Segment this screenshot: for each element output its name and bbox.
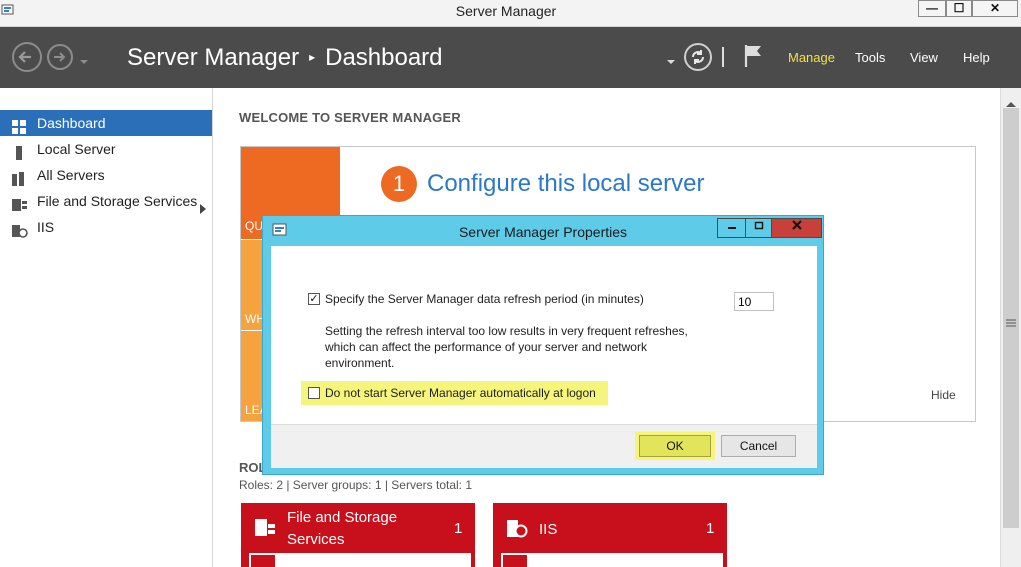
role-tile-name: File and Storage xyxy=(287,509,398,526)
refresh-period-input[interactable] xyxy=(734,292,774,311)
role-tile-count: 1 xyxy=(454,520,463,537)
iis-icon xyxy=(506,518,528,545)
sidebar-item-label: All Servers xyxy=(37,167,105,183)
dialog-close-button[interactable] xyxy=(771,218,822,238)
breadcrumb-app[interactable]: Server Manager xyxy=(127,44,299,71)
refresh-note-line2: which can affect the performance of your… xyxy=(325,340,647,354)
cancel-button[interactable]: Cancel xyxy=(721,435,796,457)
refresh-button[interactable] xyxy=(684,43,712,71)
iis-icon xyxy=(12,220,28,238)
server-icon xyxy=(12,142,26,160)
hide-link[interactable]: Hide xyxy=(931,388,956,402)
sidebar-item-all-servers[interactable]: All Servers xyxy=(0,162,212,188)
roles-summary: Roles: 2 | Server groups: 1 | Servers to… xyxy=(239,478,473,492)
autostart-label[interactable]: Do not start Server Manager automaticall… xyxy=(325,386,596,400)
forward-button[interactable] xyxy=(47,44,73,70)
sidebar-item-label: IIS xyxy=(37,219,55,235)
minimize-button[interactable]: — xyxy=(918,0,946,17)
window-title-bar: Server Manager — ☐ ✕ xyxy=(0,0,1021,27)
sidebar-item-local-server[interactable]: Local Server xyxy=(0,136,212,162)
header-bar: Server Manager ▸ Dashboard Manage Tools Vi… xyxy=(0,27,1021,88)
menu-manage[interactable]: Manage xyxy=(788,50,835,65)
refresh-icon xyxy=(692,50,704,64)
dashboard-icon xyxy=(12,116,26,134)
role-tile-iis[interactable]: IIS 1 xyxy=(493,503,727,567)
autostart-checkbox[interactable] xyxy=(308,387,320,399)
window-title: Server Manager xyxy=(455,3,557,19)
close-button[interactable]: ✕ xyxy=(972,0,1018,17)
refresh-period-label[interactable]: Specify the Server Manager data refresh … xyxy=(325,292,644,306)
storage-icon xyxy=(254,516,276,543)
sidebar-item-dashboard[interactable]: Dashboard xyxy=(0,110,212,136)
vertical-scrollbar[interactable] xyxy=(1000,88,1021,567)
role-tile-status-badge xyxy=(503,555,527,567)
maximize-icon xyxy=(754,221,763,230)
sidebar-item-label: Dashboard xyxy=(37,115,106,131)
breadcrumb: Server Manager ▸ Dashboard xyxy=(127,44,443,72)
menu-help[interactable]: Help xyxy=(963,50,990,65)
storage-icon xyxy=(12,194,27,211)
dialog-maximize-button[interactable] xyxy=(745,218,772,238)
step-number-badge: 1 xyxy=(381,166,417,202)
scroll-grip-icon xyxy=(1006,314,1016,332)
role-tile-name-line2: Services xyxy=(287,531,345,548)
role-tile-count: 1 xyxy=(706,520,715,537)
refresh-note-line1: Setting the refresh interval too low res… xyxy=(325,324,688,338)
breadcrumb-separator: ▸ xyxy=(309,50,316,64)
sidebar-item-file-storage[interactable]: File and Storage Services xyxy=(0,188,212,214)
breadcrumb-page: Dashboard xyxy=(325,44,443,71)
close-icon xyxy=(791,220,802,230)
role-tile-status-badge xyxy=(251,555,275,567)
minimize-icon xyxy=(727,227,736,229)
menu-tools[interactable]: Tools xyxy=(855,50,885,65)
menu-view[interactable]: View xyxy=(910,50,938,65)
configure-local-server-link[interactable]: Configure this local server xyxy=(427,170,704,198)
dialog-minimize-button[interactable] xyxy=(717,218,746,238)
back-button[interactable] xyxy=(12,42,42,72)
notifications-dropdown-icon[interactable] xyxy=(666,53,676,71)
refresh-note-line3: environment. xyxy=(325,356,395,370)
sidebar-item-label: Local Server xyxy=(37,141,116,157)
header-divider xyxy=(722,47,724,67)
maximize-button[interactable]: ☐ xyxy=(946,0,972,17)
welcome-heading: WELCOME TO SERVER MANAGER xyxy=(239,110,461,125)
role-tile-manageability-row xyxy=(501,553,723,567)
ok-button[interactable]: OK xyxy=(639,435,711,457)
role-tile-manageability-row xyxy=(249,553,471,567)
role-tile-file-storage[interactable]: File and Storage Services 1 xyxy=(241,503,475,567)
sidebar-item-label: File and Storage Services xyxy=(37,193,198,209)
forward-arrow-icon xyxy=(54,52,66,62)
history-dropdown-icon[interactable] xyxy=(79,53,89,71)
servers-icon xyxy=(12,168,26,186)
quick-start-label: QU xyxy=(245,219,263,233)
refresh-period-checkbox[interactable]: ✓ xyxy=(308,293,320,305)
role-tile-name: IIS xyxy=(539,521,558,538)
sidebar-item-iis[interactable]: IIS xyxy=(0,214,212,240)
back-arrow-icon xyxy=(18,51,31,63)
flag-icon[interactable] xyxy=(743,43,765,74)
